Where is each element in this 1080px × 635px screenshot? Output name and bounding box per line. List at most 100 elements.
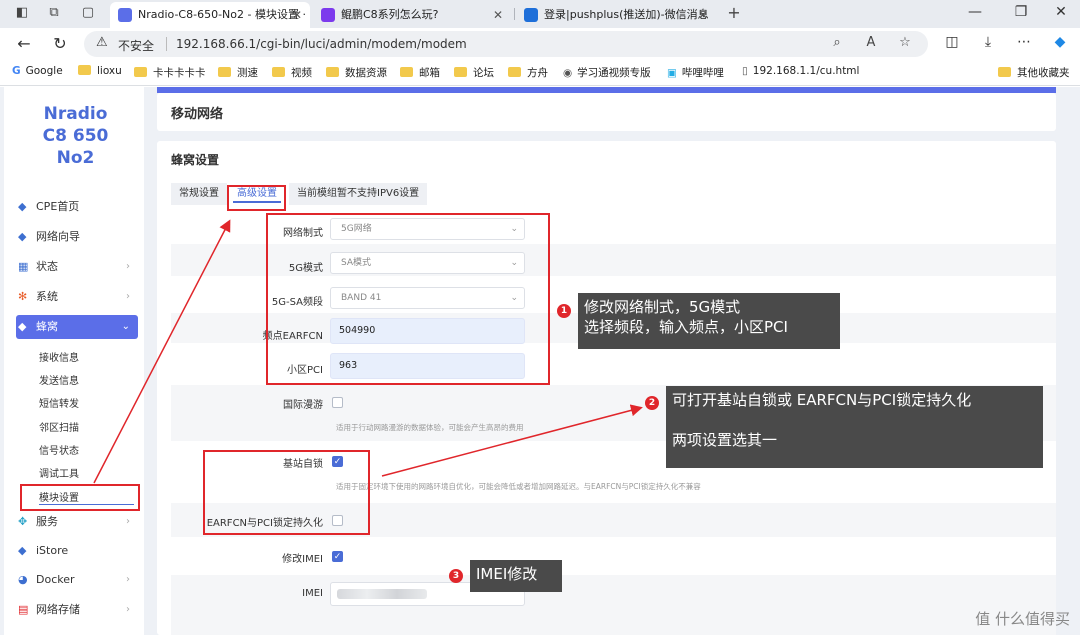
annotation-box-fields [266, 213, 550, 385]
cube-icon: ◆ [18, 544, 27, 557]
bookmark-google[interactable]: G Google [12, 65, 63, 77]
close-window-button[interactable]: ✕ [1051, 4, 1071, 20]
annotation-number-2: 2 [645, 396, 659, 410]
folder-icon [272, 67, 285, 77]
bookmark-lioxu[interactable]: lioxu [78, 65, 122, 77]
cube-icon: ◆ [18, 230, 27, 243]
bookmark-other[interactable]: 其他收藏夹 [998, 65, 1070, 80]
submenu-neighbor[interactable]: 邻区扫描 [39, 419, 79, 434]
submenu-debug[interactable]: 调试工具 [39, 465, 79, 480]
browser-tab-c8[interactable]: 鲲鹏C8系列怎么玩? ✕ [313, 2, 511, 28]
annotation-number-1: 1 [557, 304, 571, 318]
bookmark-xuexitong[interactable]: ◉ 学习通视频专版 [563, 65, 651, 80]
menu-docker[interactable]: ◕ Docker › [16, 569, 138, 591]
submenu-forward[interactable]: 短信转发 [39, 395, 79, 410]
tab-actions-icon[interactable]: ▢ [80, 5, 96, 21]
folder-icon [218, 67, 231, 77]
chevron-down-icon: ⌄ [121, 321, 130, 332]
submenu-signal[interactable]: 信号状态 [39, 442, 79, 457]
gear-icon: ✻ [18, 290, 28, 303]
folder-icon [326, 67, 339, 77]
browser-tab-modem[interactable]: Nradio-C8-650-No2 - 模块设置 · ✕ [110, 2, 310, 28]
folder-icon [78, 65, 91, 75]
router-favicon-icon [118, 8, 132, 22]
modify-imei-checkbox[interactable]: ✓ [332, 551, 343, 562]
tab-general[interactable]: 常规设置 [171, 183, 227, 205]
bookmark-mail[interactable]: 邮箱 [400, 65, 440, 80]
chevron-right-icon: › [126, 261, 130, 272]
url-omnibox[interactable]: ⚠ 不安全 192.168.66.1/cgi-bin/luci/admin/mo… [84, 31, 928, 57]
url-text[interactable]: 192.168.66.1/cgi-bin/luci/admin/modem/mo… [176, 37, 467, 51]
new-tab-button[interactable]: + [726, 5, 742, 21]
globe-icon: ◉ [563, 67, 573, 79]
copilot-icon[interactable]: ◆ [1050, 34, 1070, 50]
imei-label: IMEI [302, 588, 323, 599]
close-tab-icon[interactable]: ✕ [292, 2, 302, 28]
menu-istore[interactable]: ◆ iStore [16, 540, 138, 562]
bookmark-bilibili[interactable]: ▣ 哔哩哔哩 [667, 65, 724, 80]
page-icon: ▯ [742, 65, 748, 77]
close-tab-icon[interactable]: ✕ [493, 2, 503, 28]
tab-ipv6[interactable]: 当前模组暂不支持IPV6设置 [289, 183, 428, 205]
profile-icon[interactable]: ◧ [14, 5, 30, 21]
bookmark-video[interactable]: 视频 [272, 65, 312, 80]
annotation-box-advanced-tab [227, 185, 286, 211]
chevron-right-icon: › [126, 291, 130, 302]
split-screen-icon[interactable]: ◫ [942, 34, 962, 50]
back-icon[interactable]: ← [14, 34, 34, 54]
menu-status[interactable]: ▦ 状态 › [16, 256, 138, 278]
database-icon: ▤ [18, 603, 29, 616]
section-title: 蜂窝设置 [171, 153, 220, 167]
more-menu-icon[interactable]: ⋯ [1014, 34, 1034, 50]
warning-icon: ⚠ [96, 35, 108, 50]
menu-cpe-home[interactable]: ◆ CPE首页 [16, 196, 138, 218]
bilibili-icon: ▣ [667, 67, 677, 79]
logo: Nradio C8 650 No2 [42, 104, 109, 168]
annotation-note-2: 可打开基站自锁或 EARFCN与PCI锁定持久化 两项设置选其一 [666, 386, 1043, 468]
menu-services[interactable]: ✥ 服务 › [16, 511, 138, 533]
bookmark-data[interactable]: 数据资源 [326, 65, 387, 80]
tab-title: 登录|pushplus(推送加)-微信消息 [544, 8, 709, 21]
security-label[interactable]: 不安全 [118, 37, 154, 54]
workspaces-icon[interactable]: ⧉ [46, 5, 62, 21]
roaming-checkbox[interactable] [332, 397, 343, 408]
grid-icon: ▦ [18, 260, 29, 273]
bookmark-speedtest[interactable]: 测速 [218, 65, 258, 80]
menu-storage[interactable]: ▤ 网络存储 › [16, 599, 138, 621]
chevron-right-icon: › [126, 574, 130, 585]
annotation-box-module-menu [20, 484, 140, 511]
submenu-receive[interactable]: 接收信息 [39, 349, 79, 364]
submenu-send[interactable]: 发送信息 [39, 372, 79, 387]
read-aloud-icon[interactable]: A [862, 35, 880, 50]
page-title: 移动网络 [171, 107, 224, 122]
bookmark-router[interactable]: ▯ 192.168.1.1/cu.html [742, 65, 859, 77]
annotation-number-3: 3 [449, 569, 463, 583]
folder-icon [400, 67, 413, 77]
bookmark-ark[interactable]: 方舟 [508, 65, 548, 80]
minimize-button[interactable]: — [965, 4, 985, 20]
page-header-card: 移动网络 [157, 93, 1056, 131]
menu-network-wizard[interactable]: ◆ 网络向导 [16, 226, 138, 248]
watermark: 值 什么值得买 [975, 610, 1070, 628]
close-tab-icon[interactable]: ✕ [698, 2, 708, 28]
refresh-icon[interactable]: ↻ [50, 34, 70, 54]
bookmark-kakaka[interactable]: 卡卡卡卡卡 [134, 65, 206, 80]
browser-tab-bar: ◧ ⧉ ▢ Nradio-C8-650-No2 - 模块设置 · ✕ 鲲鹏C8系… [0, 0, 1080, 28]
site-favicon-icon [524, 8, 538, 22]
favorite-star-icon[interactable]: ☆ [896, 35, 914, 50]
zoom-icon[interactable]: ⌕ [828, 35, 846, 50]
annotation-note-1: 修改网络制式，5G模式 选择频段，输入频点，小区PCI [578, 293, 840, 349]
modify-imei-label: 修改IMEI [282, 554, 323, 565]
folder-icon [998, 67, 1011, 77]
share-icon: ✥ [18, 515, 28, 528]
menu-system[interactable]: ✻ 系统 › [16, 286, 138, 308]
bookmarks-bar: G Google lioxu 卡卡卡卡卡 测速 视频 数据资源 邮箱 论坛 方舟 … [0, 60, 1080, 86]
download-icon[interactable]: ⤓ [978, 34, 998, 50]
annotation-note-3: IMEI修改 [470, 560, 562, 592]
folder-icon [134, 67, 147, 77]
cube-icon: ◆ [18, 200, 27, 213]
menu-cellular[interactable]: ◆ 蜂窝 ⌄ [16, 315, 138, 339]
maximize-button[interactable]: ❐ [1011, 4, 1031, 20]
browser-tab-pushplus[interactable]: 登录|pushplus(推送加)-微信消息 ✕ [516, 2, 716, 28]
bookmark-forum[interactable]: 论坛 [454, 65, 494, 80]
